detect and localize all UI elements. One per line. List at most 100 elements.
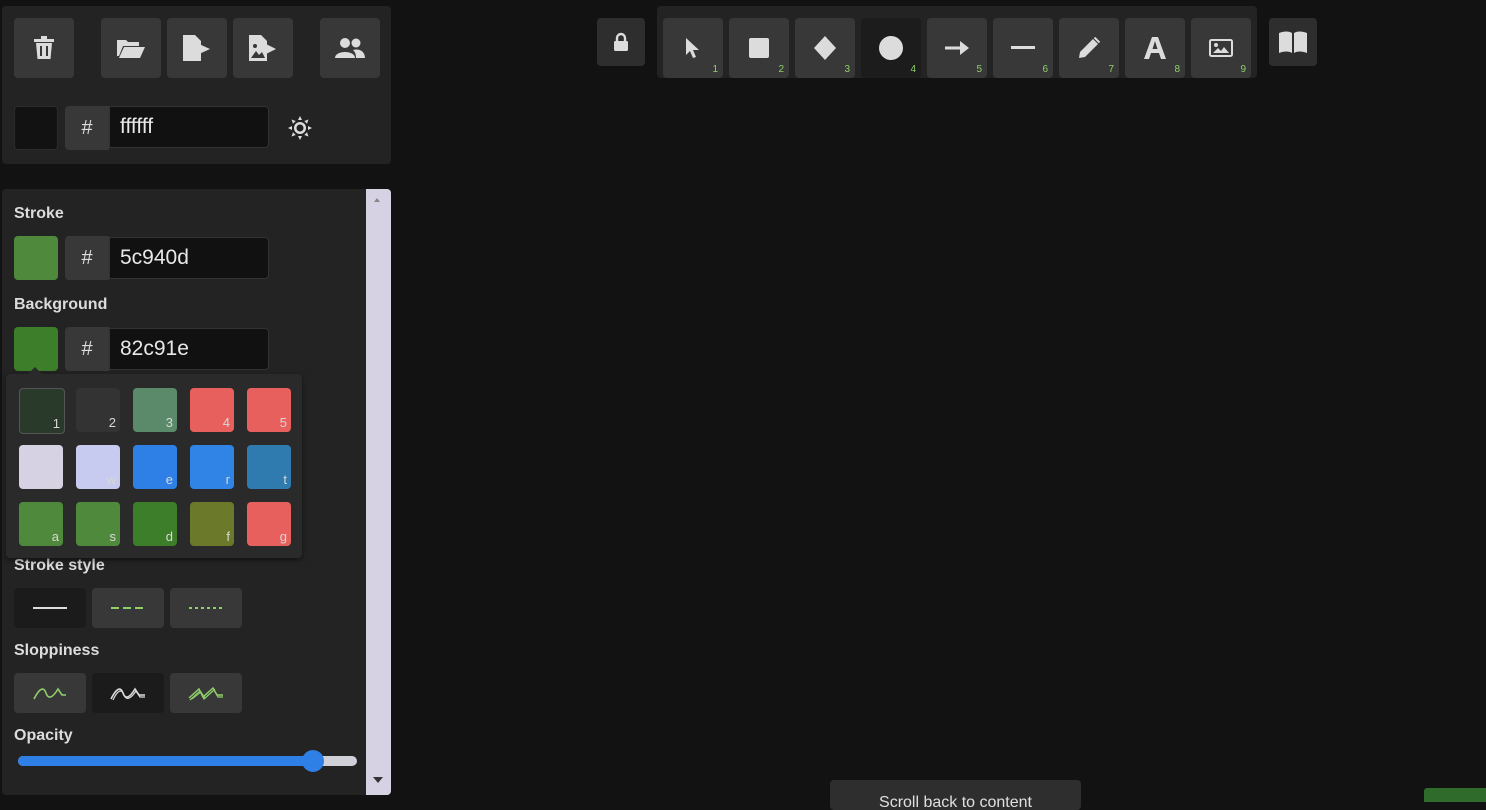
status-indicator: [1424, 788, 1486, 802]
square-icon: [749, 38, 769, 58]
theme-toggle-button[interactable]: [284, 112, 316, 144]
scroll-back-toast[interactable]: Scroll back to content: [830, 780, 1081, 810]
background-label: Background: [14, 296, 108, 313]
swatch-shortcut-key: s: [109, 529, 117, 544]
file-export-icon: [183, 35, 210, 61]
swatch-shortcut-key: t: [283, 472, 287, 487]
swatch-shortcut-key: w: [106, 472, 116, 487]
color-swatch-w[interactable]: w: [76, 445, 120, 489]
stroke-style-dashed-button[interactable]: [92, 588, 164, 628]
opacity-slider-thumb[interactable]: [301, 750, 324, 772]
users-icon: [335, 38, 365, 58]
swatch-shortcut-key: q: [51, 472, 59, 487]
clear-canvas-button[interactable]: [14, 18, 74, 78]
sun-icon: [288, 116, 312, 140]
draw-tool[interactable]: 7: [1059, 18, 1119, 78]
background-color-swatch[interactable]: [14, 327, 58, 371]
solid-line-icon: [33, 607, 67, 609]
circle-icon: [879, 36, 903, 60]
color-swatch-5[interactable]: 5: [247, 388, 291, 432]
lock-icon: [614, 32, 628, 51]
color-swatch-f[interactable]: f: [190, 502, 234, 546]
swatch-shortcut-key: 3: [165, 415, 173, 430]
pointer-icon: [686, 38, 699, 58]
diamond-icon: [814, 36, 836, 60]
background-color-picker: 1 2 3 4 5 q w e r t a s d f g: [6, 367, 302, 558]
text-icon: [1144, 37, 1166, 59]
sloppiness-label: Sloppiness: [14, 642, 100, 659]
sloppiness-cartoonist-button[interactable]: [170, 673, 242, 713]
stroke-color-swatch[interactable]: [14, 236, 58, 280]
export-file-button[interactable]: [167, 18, 227, 78]
color-swatch-r[interactable]: r: [190, 445, 234, 489]
background-color-input[interactable]: [109, 328, 269, 370]
swatch-shortcut-key: f: [226, 529, 230, 544]
color-swatch-a[interactable]: a: [19, 502, 63, 546]
export-image-button[interactable]: [233, 18, 293, 78]
arrow-icon: [945, 41, 969, 55]
dotted-line-icon: [189, 607, 223, 609]
opacity-label: Opacity: [14, 727, 73, 744]
tool-number: 7: [1108, 64, 1114, 75]
stroke-style-dotted-button[interactable]: [170, 588, 242, 628]
swatch-shortcut-key: a: [51, 529, 59, 544]
scroll-up-arrow[interactable]: [374, 198, 380, 202]
canvas-background-hash: #: [65, 106, 109, 150]
tool-number: 2: [778, 64, 784, 75]
trash-icon: [34, 36, 54, 59]
properties-scrollbar[interactable]: [366, 189, 391, 795]
rectangle-tool[interactable]: 2: [729, 18, 789, 78]
tool-number: 3: [844, 64, 850, 75]
scroll-down-arrow[interactable]: [373, 777, 383, 783]
swatch-shortcut-key: 4: [222, 415, 230, 430]
image-tool[interactable]: 9: [1191, 18, 1251, 78]
text-tool[interactable]: 8: [1125, 18, 1185, 78]
swatch-shortcut-key: 2: [108, 415, 116, 430]
color-swatch-3[interactable]: 3: [133, 388, 177, 432]
color-swatch-4[interactable]: 4: [190, 388, 234, 432]
tool-number: 5: [976, 64, 982, 75]
color-swatch-2[interactable]: 2: [76, 388, 120, 432]
color-swatch-s[interactable]: s: [76, 502, 120, 546]
stroke-style-solid-button[interactable]: [14, 588, 86, 628]
folder-open-icon: [117, 40, 145, 58]
opacity-slider[interactable]: [18, 750, 357, 772]
sloppiness-artist-button[interactable]: [92, 673, 164, 713]
tool-number: 6: [1042, 64, 1048, 75]
canvas-background-input[interactable]: [109, 106, 269, 148]
color-swatch-e[interactable]: e: [133, 445, 177, 489]
color-swatch-1[interactable]: 1: [19, 388, 65, 434]
lock-button[interactable]: [597, 18, 645, 66]
diamond-tool[interactable]: 3: [795, 18, 855, 78]
stroke-hash: #: [65, 236, 109, 280]
color-swatch-t[interactable]: t: [247, 445, 291, 489]
shapes-toolbar: 1 2 3 4 5 6 7 8 9: [657, 6, 1257, 78]
cartoonist-stroke-icon: [188, 686, 223, 701]
swatch-shortcut-key: d: [165, 529, 173, 544]
picker-pointer: [28, 367, 42, 374]
open-file-button[interactable]: [101, 18, 161, 78]
collaborate-button[interactable]: [320, 18, 380, 78]
color-swatch-d[interactable]: d: [133, 502, 177, 546]
architect-stroke-icon: [33, 687, 66, 700]
line-tool[interactable]: 6: [993, 18, 1053, 78]
arrow-tool[interactable]: 5: [927, 18, 987, 78]
ellipse-tool[interactable]: 4: [861, 18, 921, 78]
library-button[interactable]: [1269, 18, 1317, 66]
swatch-shortcut-key: 1: [52, 416, 60, 431]
canvas-background-swatch[interactable]: [14, 106, 58, 150]
color-swatch-q[interactable]: q: [19, 445, 63, 489]
sloppiness-architect-button[interactable]: [14, 673, 86, 713]
selection-tool[interactable]: 1: [663, 18, 723, 78]
book-open-icon: [1279, 31, 1307, 53]
tool-number: 8: [1174, 64, 1180, 75]
color-swatch-g[interactable]: g: [247, 502, 291, 546]
image-icon: [1209, 39, 1233, 57]
swatch-shortcut-key: 5: [279, 415, 287, 430]
tool-number: 4: [910, 64, 916, 75]
tool-number: 9: [1240, 64, 1246, 75]
stroke-color-input[interactable]: [109, 237, 269, 279]
artist-stroke-icon: [110, 687, 145, 701]
image-export-icon: [249, 35, 276, 61]
line-icon: [1011, 46, 1035, 49]
